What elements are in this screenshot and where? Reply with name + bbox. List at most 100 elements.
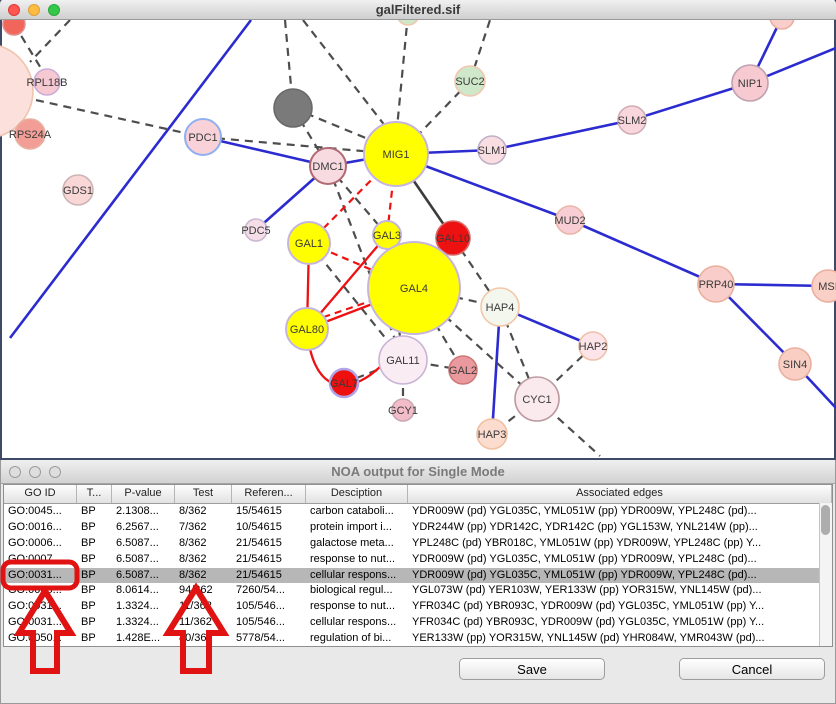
table-cell: 80/362 [175,631,232,647]
edge-dash[interactable] [30,20,70,62]
node-label: GAL11 [386,355,419,367]
table-cell: 8.0614... [112,583,175,599]
table-cell: BP [77,520,112,536]
table-cell: YPL248C (pd) YBR018C, YML051W (pp) YDR00… [408,536,832,552]
table-cell: BP [77,631,112,647]
node-label: CYC1 [522,394,551,406]
column-header[interactable]: Referen... [232,485,306,503]
table-cell: YDR244W (pp) YDR142C, YDR142C (pp) YGL15… [408,520,832,536]
node-label: GAL2 [449,365,477,377]
node-label: MSI [818,281,836,293]
column-header[interactable]: P-value [112,485,175,503]
table-cell: 11/362 [175,615,232,631]
save-button[interactable]: Save [459,658,605,680]
node-label: GAL10 [436,233,470,245]
node-label: RPS24A [9,129,52,141]
table-cell: GO:0007... [4,552,77,568]
table-cell: 105/546... [232,615,306,631]
table-cell: 6.2567... [112,520,175,536]
table-row[interactable]: GO:0006...BP6.5087...8/36221/54615galact… [4,536,832,552]
noa-titlebar[interactable]: NOA output for Single Mode [1,460,835,484]
table-row[interactable]: GO:0031...BP1.3324...11/362105/546...res… [4,599,832,615]
table-row[interactable]: GO:0050...BP1.428E...80/3625778/54...reg… [4,631,832,647]
table-cell: 21/54615 [232,552,306,568]
table-cell: 94/362 [175,583,232,599]
table-cell: protein import i... [306,520,408,536]
edge-dash[interactable] [397,14,408,128]
table-cell: BP [77,599,112,615]
edge-blue[interactable] [10,20,251,338]
table-cell: 1.3324... [112,615,175,631]
edge-blue[interactable] [570,220,716,284]
table-cell: GO:0031... [4,615,77,631]
table-cell: YGL073W (pd) YER103W, YER133W (pp) YOR31… [408,583,832,599]
table-cell: BP [77,536,112,552]
table-cell: BP [77,504,112,520]
table-cell: BP [77,615,112,631]
table-row[interactable]: GO:0045...BP2.1308...8/36215/54615carbon… [4,504,832,520]
table-cell: BP [77,568,112,584]
node-label: GAL4 [400,283,428,295]
table-cell: 6.5087... [112,536,175,552]
table-cell: 1.428E... [112,631,175,647]
table-cell: BP [77,583,112,599]
table-cell: galactose meta... [306,536,408,552]
table-cell: 11/362 [175,599,232,615]
node-unlabeled[interactable] [274,89,312,127]
table-cell: 10/54615 [232,520,306,536]
table-cell: 21/54615 [232,536,306,552]
table-row[interactable]: GO:0031...BP1.3324...11/362105/546...cel… [4,615,832,631]
column-header[interactable]: GO ID [4,485,77,503]
edge-blue[interactable] [492,120,632,150]
column-header[interactable]: T... [77,485,112,503]
edge-dash[interactable] [303,20,396,140]
table-row[interactable]: GO:0007...BP6.5087...8/36221/54615respon… [4,552,832,568]
table-cell: GO:0031... [4,568,77,584]
table-cell: 1.3324... [112,599,175,615]
table-cell: response to nut... [306,599,408,615]
table-row[interactable]: GO:0031...BP6.5087...8/36221/54615cellul… [4,568,832,584]
node-label: GDS1 [63,185,93,197]
table-cell: GO:0031... [4,599,77,615]
table-cell: GO:0050... [4,631,77,647]
table-cell: GO:0006... [4,536,77,552]
table-cell: 2.1308... [112,504,175,520]
node-label: PDC1 [188,132,217,144]
node-label: RPL18B [27,77,68,89]
column-header[interactable]: Test [175,485,232,503]
scrollbar-thumb[interactable] [821,505,830,535]
table-cell: 8/362 [175,568,232,584]
table-cell: regulation of bi... [306,631,408,647]
table-cell: 15/54615 [232,504,306,520]
node-label: GAL7 [330,378,358,390]
table-cell: 105/546... [232,599,306,615]
table-row[interactable]: GO:0016...BP6.2567...7/36210/54615protei… [4,520,832,536]
node-label: NIP1 [738,78,762,90]
table-cell: YER133W (pp) YOR315W, YNL145W (pd) YHR08… [408,631,832,647]
node-label: DMC1 [312,161,343,173]
edge-blue[interactable] [203,137,328,166]
column-header[interactable]: Desciption [306,485,408,503]
node-label: GAL1 [295,238,323,250]
node-label: HAP2 [579,341,608,353]
node-label: GCY1 [388,405,418,417]
node-label: SLM2 [618,115,647,127]
graph-titlebar[interactable]: galFiltered.sif [0,0,836,20]
graph-canvas[interactable]: RPL18BRPS24AGDS1PDC1DMC1MIG1SUC2SLM1SLM2… [0,0,836,458]
table-cell: carbon cataboli... [306,504,408,520]
table-cell: 7260/54... [232,583,306,599]
table-cell: 21/54615 [232,568,306,584]
table-cell: 5778/54... [232,631,306,647]
node-label: HAP3 [478,429,507,441]
column-header[interactable]: Associated edges [408,485,832,503]
node-label: SUC2 [455,76,484,88]
node-label: SIN4 [783,359,807,371]
table-cell: YDR009W (pd) YGL035C, YML051W (pp) YDR00… [408,552,832,568]
table-cell: response to nut... [306,552,408,568]
table-cell: biological regul... [306,583,408,599]
cancel-button[interactable]: Cancel [679,658,825,680]
node-label: GAL3 [373,230,401,242]
table-row[interactable]: GO:0065...BP8.0614...94/3627260/54...bio… [4,583,832,599]
table-cell: cellular respons... [306,615,408,631]
table-scrollbar[interactable] [819,503,832,646]
